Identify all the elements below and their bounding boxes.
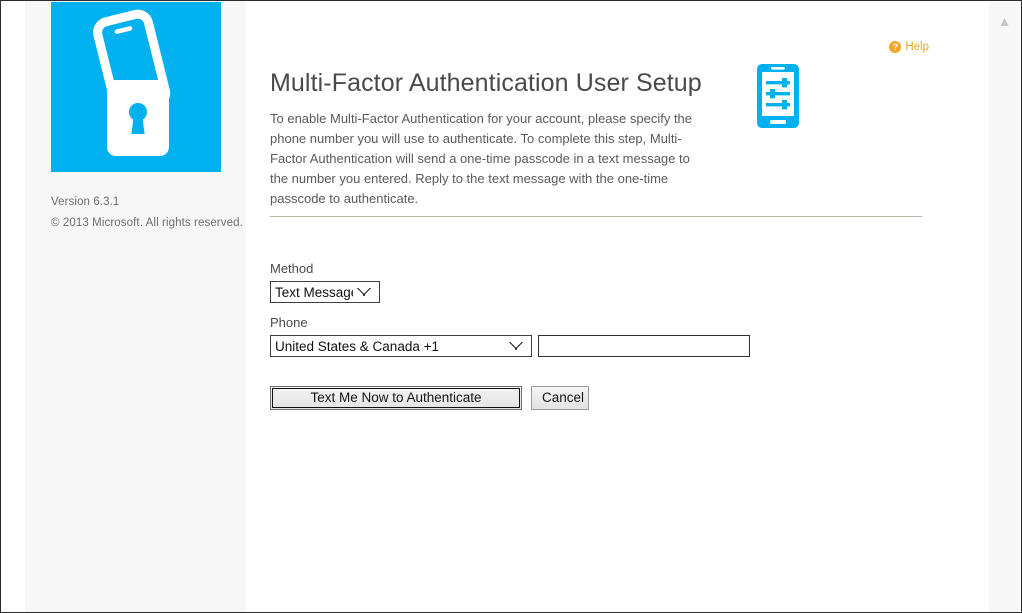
intro-paragraph: To enable Multi-Factor Authentication fo…: [270, 111, 693, 206]
setup-form: Method Text Message Phone United States …: [270, 261, 910, 369]
question-mark-circle-icon: ?: [889, 41, 902, 53]
sidebar: Version 6.3.1 © 2013 Microsoft. All righ…: [25, 1, 246, 612]
section-divider: [270, 216, 922, 217]
vertical-scrollbar[interactable]: ▲: [988, 2, 1020, 612]
copyright-label: © 2013 Microsoft. All rights reserved.: [51, 217, 243, 229]
chevron-up-icon[interactable]: ▲: [989, 14, 1020, 28]
version-label: Version 6.3.1: [51, 196, 120, 208]
mobile-phone-settings-badge: [756, 63, 800, 134]
method-select[interactable]: Text Message: [270, 281, 380, 303]
page-title: Multi-Factor Authentication User Setup: [270, 69, 702, 97]
cancel-button[interactable]: Cancel: [531, 386, 589, 410]
phone-number-input[interactable]: [538, 335, 750, 357]
main-content: ? Help Multi-Factor Authentication User …: [246, 1, 989, 611]
product-logo-tile: [51, 2, 221, 172]
application-window: Version 6.3.1 © 2013 Microsoft. All righ…: [0, 0, 1022, 613]
method-field-row: Text Message: [270, 281, 910, 303]
help-link-label: Help: [905, 41, 929, 53]
phone-label: Phone: [270, 315, 308, 330]
form-actions: Text Me Now to Authenticate Cancel: [270, 386, 589, 410]
phone-padlock-logo-icon: [93, 9, 171, 156]
text-me-now-button[interactable]: Text Me Now to Authenticate: [270, 386, 522, 410]
method-label: Method: [270, 261, 314, 276]
country-code-select[interactable]: United States & Canada +1: [270, 335, 532, 357]
mobile-phone-settings-icon: [757, 64, 799, 128]
help-link[interactable]: ? Help: [889, 41, 929, 53]
phone-field-row: United States & Canada +1: [270, 335, 910, 357]
